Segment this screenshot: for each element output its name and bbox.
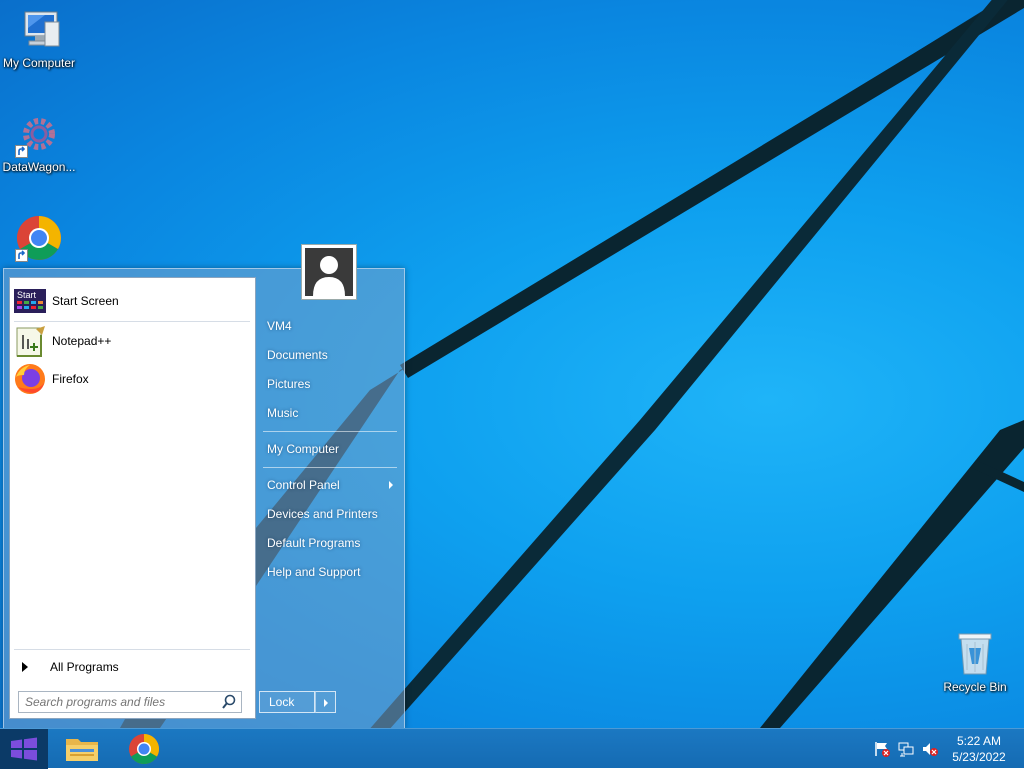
windows-start-icon — [11, 737, 37, 761]
taskbar-clock[interactable]: 5:22 AM 5/23/2022 — [944, 733, 1014, 765]
desktop-icon-my-computer[interactable]: My Computer — [0, 6, 78, 70]
program-label: Firefox — [52, 372, 89, 386]
shortcut-arrow-icon — [15, 249, 28, 262]
submenu-arrow-icon — [389, 481, 393, 489]
desktop-icon-label: My Computer — [2, 56, 76, 70]
control-panel-link[interactable]: Control Panel — [267, 473, 397, 497]
start-screen-icon: Start — [14, 285, 46, 317]
computer-icon — [15, 6, 63, 54]
user-avatar-icon — [305, 248, 353, 296]
desktop-icon-recycle-bin[interactable]: Recycle Bin — [936, 630, 1014, 694]
taskbar-chrome[interactable] — [116, 731, 172, 767]
search-input[interactable] — [19, 692, 220, 712]
help-support-link[interactable]: Help and Support — [267, 560, 397, 584]
my-computer-link[interactable]: My Computer — [267, 437, 397, 461]
lock-options-button[interactable] — [315, 691, 336, 713]
recycle-bin-icon — [951, 630, 999, 678]
desktop-icon-datawagon[interactable]: DataWagon... — [0, 110, 78, 174]
program-notepad-plus-plus[interactable]: Notepad++ — [14, 324, 250, 358]
devices-printers-link[interactable]: Devices and Printers — [267, 502, 397, 526]
desktop-icon-label: DataWagon... — [2, 160, 76, 174]
control-panel-label: Control Panel — [267, 478, 340, 492]
program-firefox[interactable]: Firefox — [14, 362, 250, 396]
action-center-flag-icon[interactable] — [874, 741, 890, 757]
desktop-icon-chrome[interactable] — [0, 214, 78, 264]
pictures-link[interactable]: Pictures — [267, 372, 397, 396]
search-icon[interactable] — [220, 693, 238, 711]
gear-icon — [15, 110, 63, 158]
chevron-right-icon — [324, 699, 328, 707]
program-start-screen[interactable]: Start Start Screen — [14, 284, 250, 318]
clock-date: 5/23/2022 — [952, 750, 1006, 764]
chrome-icon — [129, 734, 160, 765]
chrome-icon — [15, 214, 63, 262]
all-programs-button[interactable]: All Programs — [14, 656, 250, 678]
start-screen-badge: Start — [17, 290, 37, 300]
taskbar-file-explorer[interactable] — [54, 731, 110, 767]
start-menu: Start Start Screen Notepad++ Firefox All… — [3, 244, 405, 730]
start-menu-places-pane: VM4 Documents Pictures Music My Computer… — [259, 269, 404, 729]
places-separator — [263, 431, 397, 432]
programs-separator — [14, 321, 250, 322]
program-label: Start Screen — [52, 294, 119, 308]
user-picture[interactable] — [301, 244, 357, 300]
clock-time: 5:22 AM — [956, 734, 1002, 748]
program-label: Notepad++ — [52, 334, 112, 348]
network-icon[interactable] — [898, 741, 914, 757]
start-menu-programs-pane: Start Start Screen Notepad++ Firefox All… — [9, 277, 256, 719]
all-programs-separator — [14, 649, 250, 650]
user-folder-link[interactable]: VM4 — [267, 314, 397, 338]
taskbar: 5:22 AM 5/23/2022 — [0, 728, 1024, 769]
volume-muted-icon[interactable] — [922, 741, 938, 757]
lock-button[interactable]: Lock — [259, 691, 315, 713]
file-explorer-icon — [66, 739, 98, 761]
places-separator — [263, 467, 397, 468]
search-box — [18, 691, 242, 713]
desktop-icon-label: Recycle Bin — [943, 680, 1007, 694]
firefox-icon — [14, 363, 46, 395]
expand-arrow-icon — [22, 662, 28, 672]
default-programs-link[interactable]: Default Programs — [267, 531, 397, 555]
music-link[interactable]: Music — [267, 401, 397, 425]
notepad-plus-plus-icon — [14, 325, 46, 357]
shortcut-arrow-icon — [15, 145, 28, 158]
documents-link[interactable]: Documents — [267, 343, 397, 367]
start-button[interactable] — [0, 729, 48, 769]
all-programs-label: All Programs — [50, 660, 119, 674]
